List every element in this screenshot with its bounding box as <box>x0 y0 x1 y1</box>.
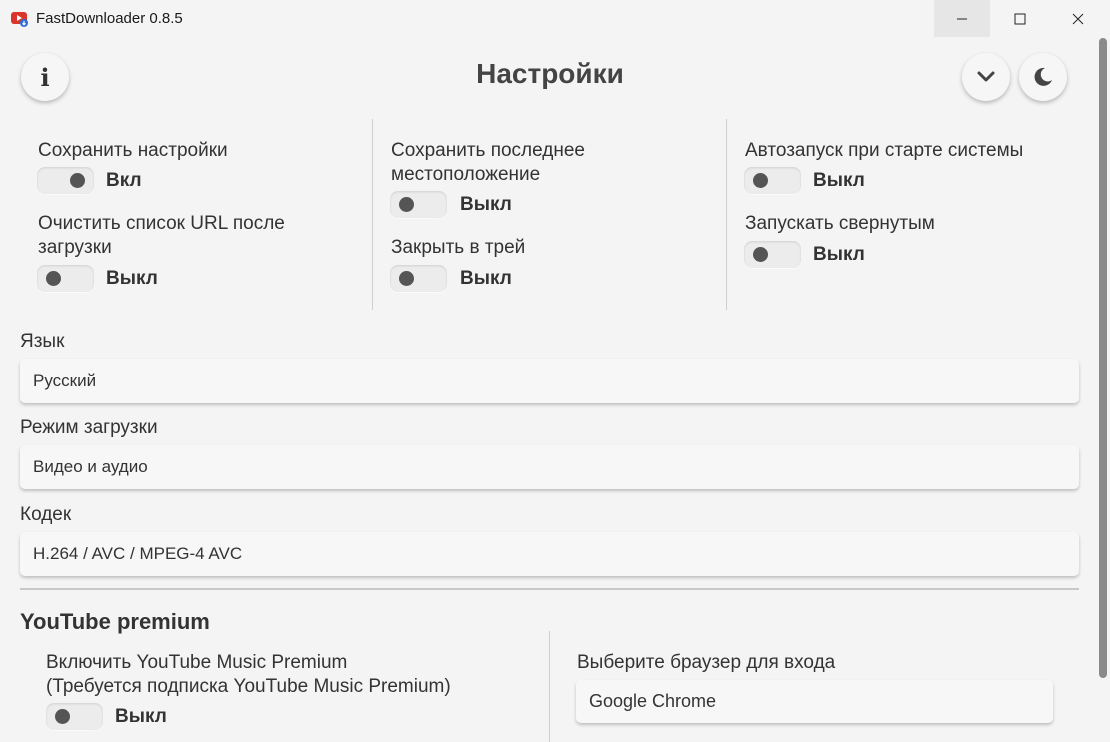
title-bar: FastDownloader 0.8.5 <box>0 0 1110 37</box>
close-icon <box>1072 13 1084 24</box>
start-minimized-state: Выкл <box>813 244 865 265</box>
section-divider <box>20 588 1079 590</box>
column-divider <box>372 119 373 310</box>
window-title: FastDownloader 0.8.5 <box>36 10 183 27</box>
maximize-icon <box>1014 13 1026 24</box>
save-location-toggle[interactable] <box>390 191 447 218</box>
clear-urls-state: Выкл <box>106 268 158 289</box>
scrollbar[interactable] <box>1099 38 1107 678</box>
browser-select[interactable]: Google Chrome <box>576 680 1053 723</box>
close-to-tray-toggle[interactable] <box>390 265 447 292</box>
save-settings-toggle[interactable] <box>37 167 94 194</box>
close-to-tray-state: Выкл <box>460 268 512 289</box>
codec-label: Кодек <box>20 504 72 525</box>
download-mode-select[interactable]: Видео и аудио <box>20 445 1079 489</box>
close-to-tray-label: Закрыть в трей <box>391 237 526 258</box>
browser-label: Выберите браузер для входа <box>577 652 836 673</box>
minimize-icon <box>957 18 967 19</box>
close-button[interactable] <box>1050 0 1106 37</box>
download-mode-label: Режим загрузки <box>20 417 158 438</box>
chevron-down-icon <box>977 71 995 82</box>
language-label: Язык <box>20 331 65 352</box>
autostart-state: Выкл <box>813 170 865 191</box>
column-divider <box>549 631 550 742</box>
app-logo-icon <box>11 12 28 27</box>
moon-icon <box>1034 67 1052 86</box>
save-location-label-line2: местоположение <box>391 164 541 185</box>
yt-music-premium-state: Выкл <box>115 706 167 727</box>
clear-urls-label-line2: загрузки <box>38 237 112 258</box>
autostart-label: Автозапуск при старте системы <box>745 140 1024 161</box>
start-minimized-label: Запускать свернутым <box>745 213 935 234</box>
column-divider <box>726 119 727 310</box>
youtube-premium-title: YouTube premium <box>20 609 210 634</box>
page-title: Настройки <box>476 58 624 89</box>
theme-toggle-button[interactable] <box>1019 53 1067 101</box>
codec-select[interactable]: H.264 / AVC / MPEG-4 AVC <box>20 532 1079 576</box>
maximize-button[interactable] <box>992 0 1048 37</box>
clear-urls-toggle[interactable] <box>37 265 94 292</box>
autostart-toggle[interactable] <box>744 167 801 194</box>
clear-urls-label-line1: Очистить список URL после <box>38 213 285 234</box>
save-location-state: Выкл <box>460 194 512 215</box>
minimize-button[interactable] <box>934 0 990 37</box>
yt-music-premium-toggle[interactable] <box>46 703 103 730</box>
yt-music-premium-label-line2: (Требуется подписка YouTube Music Premiu… <box>46 676 451 697</box>
collapse-button[interactable] <box>962 53 1010 101</box>
language-select[interactable]: Русский <box>20 359 1079 403</box>
save-location-label-line1: Сохранить последнее <box>391 140 585 161</box>
save-settings-label: Сохранить настройки <box>38 140 228 161</box>
start-minimized-toggle[interactable] <box>744 241 801 268</box>
yt-music-premium-label-line1: Включить YouTube Music Premium <box>46 652 348 673</box>
save-settings-state: Вкл <box>106 170 142 191</box>
